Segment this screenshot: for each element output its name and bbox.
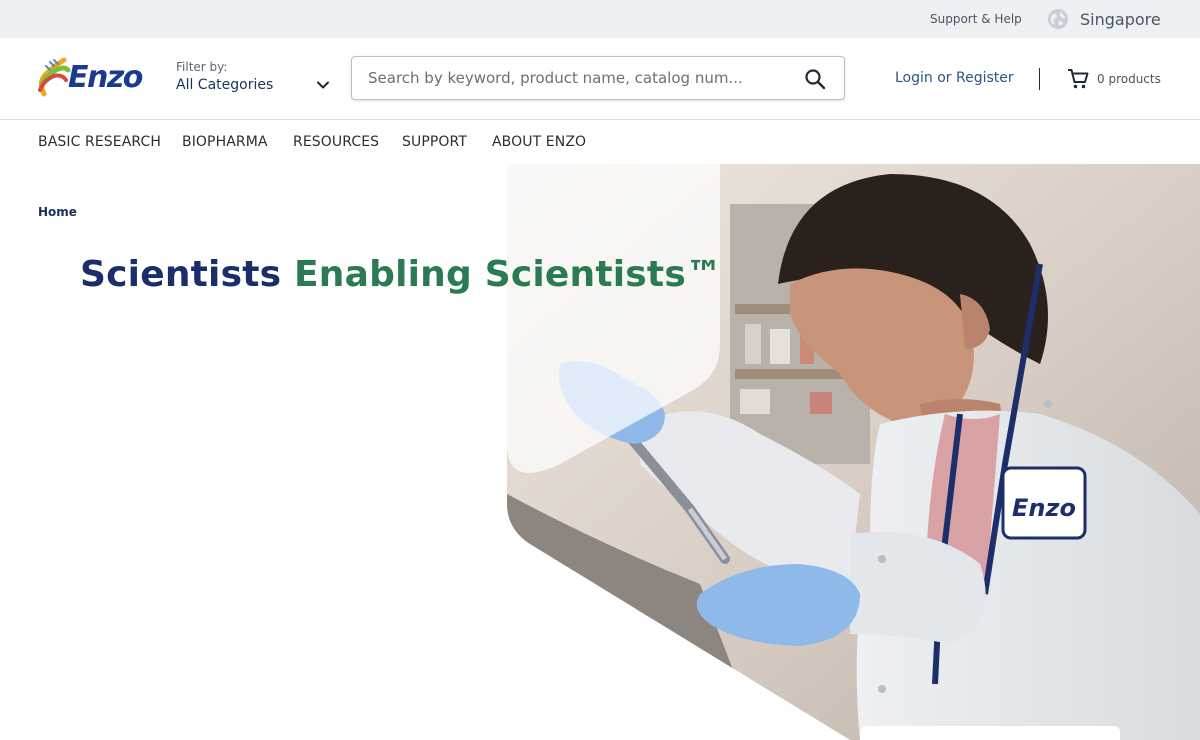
nav-item-about-enzo[interactable]: ABOUT ENZO <box>492 134 586 150</box>
filter-label: Filter by: <box>176 60 228 74</box>
cart-count-label: 0 products <box>1097 72 1161 86</box>
nav-item-basic-research[interactable]: BASIC RESEARCH <box>38 134 161 150</box>
login-register-link[interactable]: Login or Register <box>895 70 1014 86</box>
breadcrumb-home[interactable]: Home <box>38 205 77 219</box>
hero-bottom-card <box>860 726 1120 740</box>
enzo-logo[interactable]: Enzo <box>36 52 143 102</box>
hero-section: Enzo Home Scientists Enabling Scientists… <box>0 164 1200 740</box>
shopping-cart-icon <box>1068 69 1089 89</box>
region-selector[interactable]: Singapore <box>1047 8 1161 30</box>
chevron-down-icon <box>317 81 329 89</box>
search-input[interactable] <box>368 57 778 99</box>
cart-button[interactable]: 0 products <box>1067 67 1161 91</box>
site-header: Enzo Filter by: All Categories Login or … <box>0 38 1200 120</box>
search-box <box>351 56 845 100</box>
filter-value: All Categories <box>176 77 274 93</box>
headline-part1: Scientists <box>80 254 282 295</box>
utility-bar: Support & Help Singapore <box>0 0 1200 38</box>
support-help-link[interactable]: Support & Help <box>930 12 1022 26</box>
dna-logo-icon <box>38 57 71 97</box>
nav-item-support[interactable]: SUPPORT <box>402 134 467 150</box>
search-icon[interactable] <box>804 68 826 90</box>
hero-headline: Scientists Enabling Scientists™ <box>80 254 722 295</box>
header-divider <box>1039 68 1040 90</box>
nav-item-biopharma[interactable]: BIOPHARMA <box>182 134 268 150</box>
category-filter-dropdown[interactable]: Filter by: All Categories <box>176 60 332 100</box>
region-label: Singapore <box>1080 9 1161 29</box>
nav-item-resources[interactable]: RESOURCES <box>293 134 379 150</box>
logo-text: Enzo <box>68 59 143 95</box>
headline-part2: Enabling Scientists™ <box>294 254 723 295</box>
main-nav: BASIC RESEARCH BIOPHARMA RESOURCES SUPPO… <box>0 120 1200 164</box>
hero-scientist-image: Enzo <box>507 164 1200 740</box>
globe-icon <box>1048 9 1068 29</box>
coat-badge-text: Enzo <box>1012 494 1076 522</box>
